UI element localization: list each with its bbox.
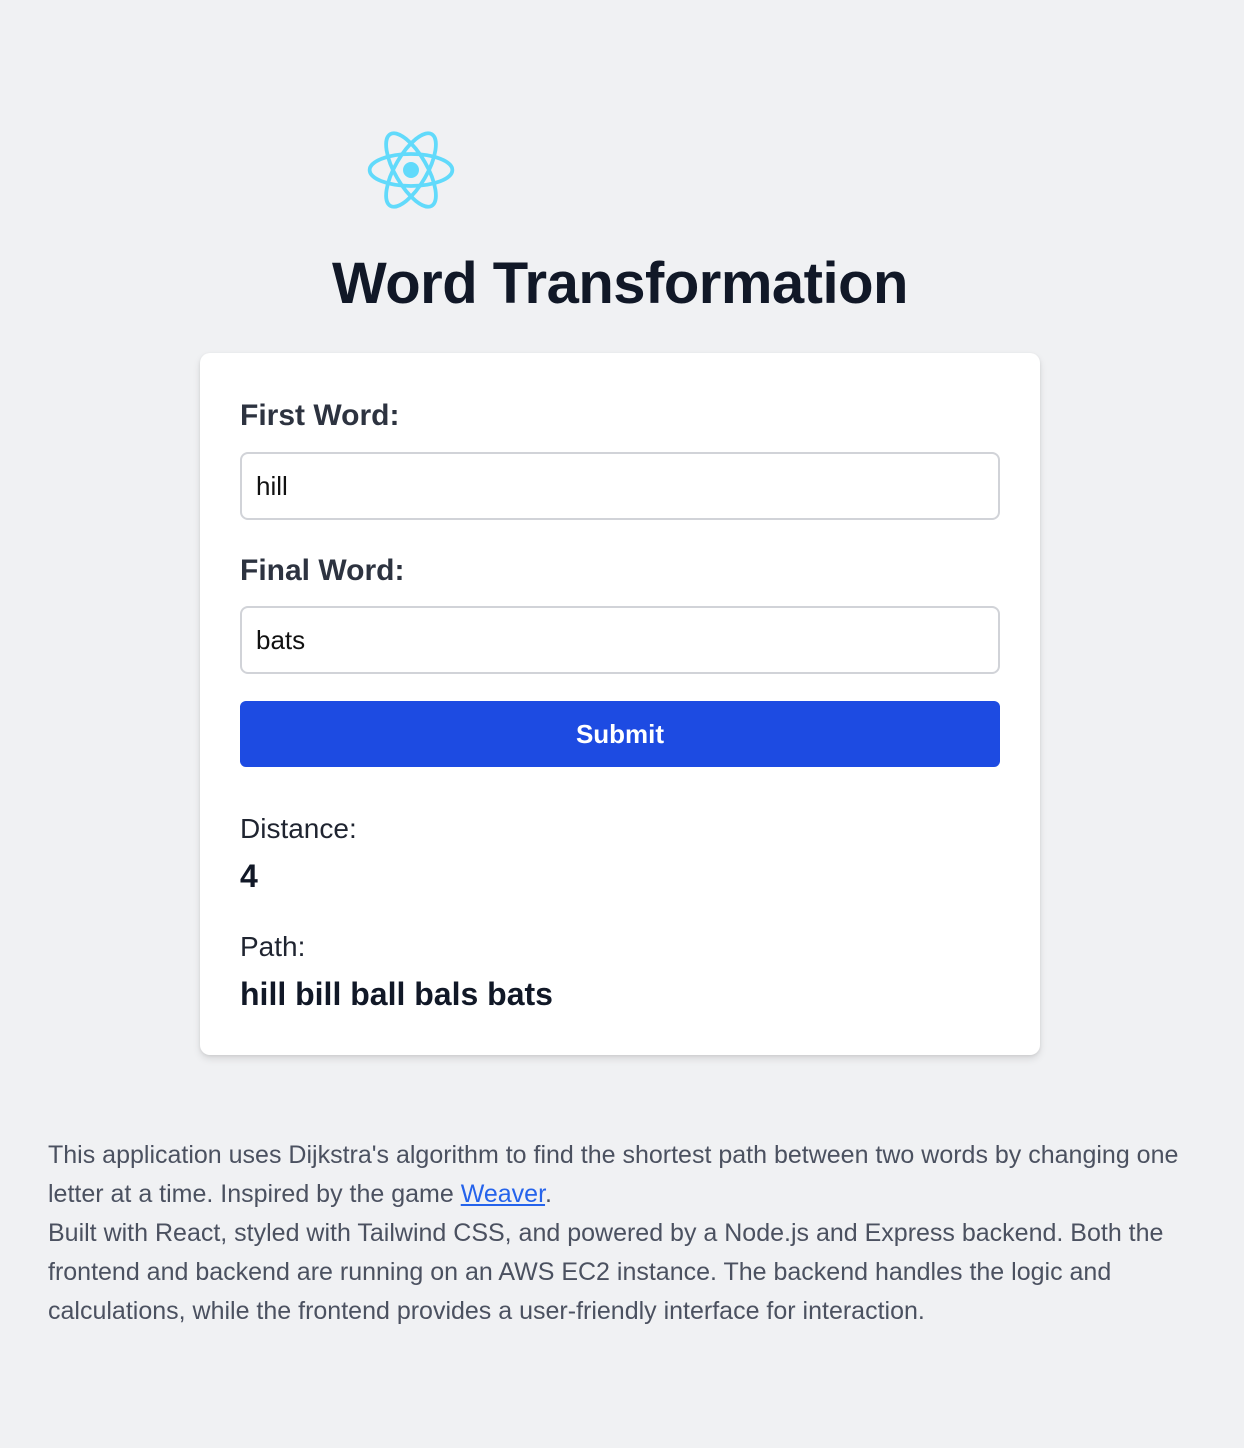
final-word-input[interactable] bbox=[240, 606, 1000, 674]
description-paragraph-2: Built with React, styled with Tailwind C… bbox=[48, 1219, 1164, 1325]
description-paragraph-1: This application uses Dijkstra's algorit… bbox=[48, 1136, 1198, 1214]
final-word-label: Final Word: bbox=[240, 554, 405, 587]
path-value: hill bill ball bals bats bbox=[240, 976, 553, 1012]
weaver-link[interactable]: Weaver bbox=[461, 1180, 545, 1208]
submit-button[interactable]: Submit bbox=[240, 701, 1000, 767]
path-label: Path: bbox=[240, 931, 306, 962]
transformation-form-card: First Word: Final Word: Submit Distance:… bbox=[200, 353, 1040, 1055]
page-title: Word Transformation bbox=[332, 251, 908, 316]
description-text: This application uses Dijkstra's algorit… bbox=[48, 1141, 1179, 1208]
distance-value: 4 bbox=[240, 858, 258, 894]
description-period: . bbox=[545, 1180, 552, 1208]
react-logo-icon bbox=[364, 126, 458, 214]
first-word-input[interactable] bbox=[240, 452, 1000, 520]
app-description: This application uses Dijkstra's algorit… bbox=[48, 1136, 1198, 1331]
distance-label: Distance: bbox=[240, 813, 357, 844]
first-word-label: First Word: bbox=[240, 399, 400, 432]
